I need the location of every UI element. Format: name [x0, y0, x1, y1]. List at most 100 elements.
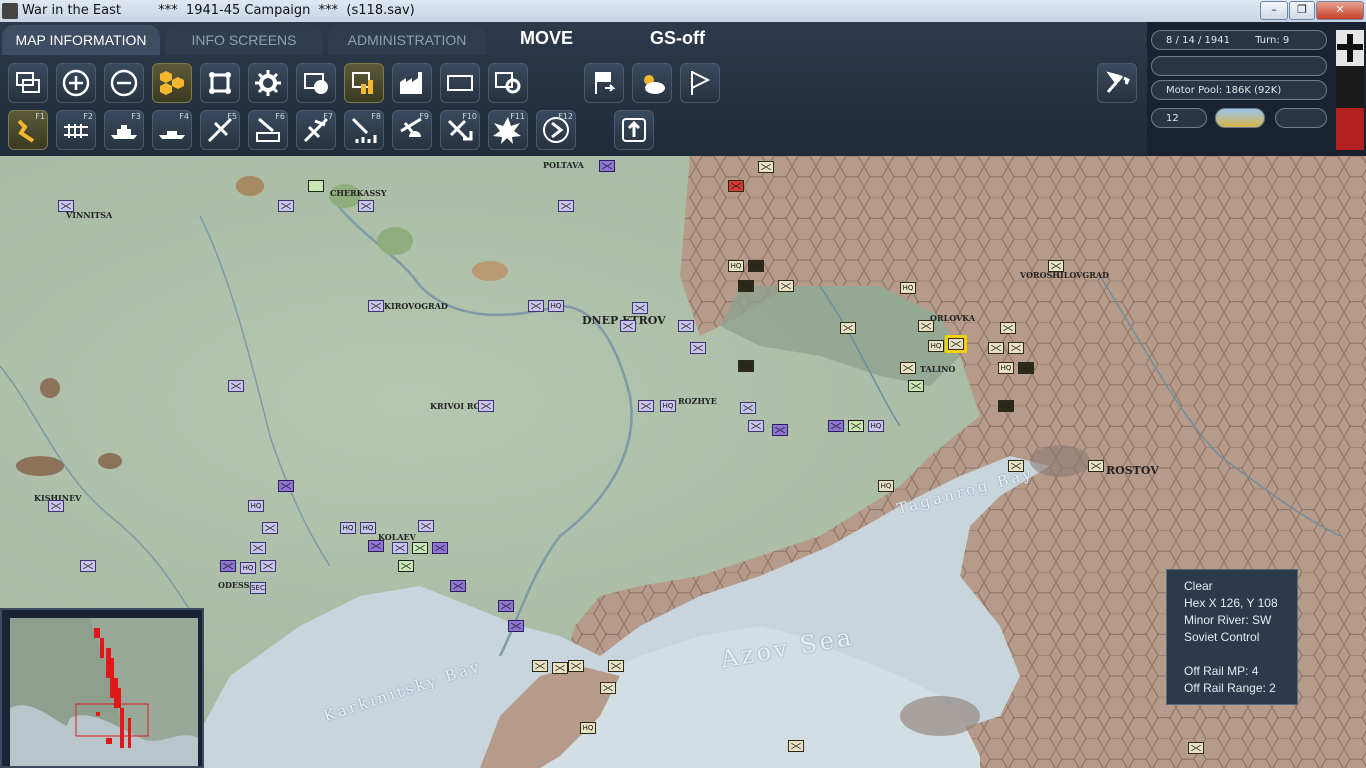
soviet-unit-counter[interactable] — [450, 580, 466, 592]
soviet-unit-counter[interactable] — [740, 402, 756, 414]
soviet-hq-counter[interactable]: SEC — [250, 582, 266, 594]
axis-hq-counter[interactable]: HQ — [728, 260, 744, 272]
soviet-hq-counter[interactable]: HQ — [340, 522, 356, 534]
gear-icon[interactable] — [248, 63, 288, 103]
airdrop-icon[interactable]: F9 — [392, 110, 432, 150]
rail-line-icon[interactable]: F2 — [56, 110, 96, 150]
soviet-unit-counter[interactable] — [262, 522, 278, 534]
axis-unit-counter[interactable] — [1008, 342, 1024, 354]
axis-unit-counter[interactable] — [788, 740, 804, 752]
empty-toggle[interactable] — [1275, 108, 1327, 128]
unit-frame-icon[interactable] — [200, 63, 240, 103]
strategic-map[interactable]: POLTAVA CHERKASSY VINNITSA KIROVOGRAD DN… — [0, 156, 1366, 768]
axis-unit-counter[interactable] — [900, 362, 916, 374]
axis-unit-counter[interactable] — [918, 320, 934, 332]
minimap[interactable] — [0, 608, 204, 768]
axis-hq-counter[interactable]: HQ — [928, 340, 944, 352]
axis-unit-counter[interactable] — [840, 322, 856, 334]
axis-unit-counter[interactable] — [738, 280, 754, 292]
soviet-unit-counter[interactable] — [620, 320, 636, 332]
soviet-unit-counter[interactable] — [358, 200, 374, 212]
move-button[interactable]: MOVE — [520, 28, 573, 49]
axis-unit-counter[interactable] — [748, 260, 764, 272]
axis-hq-counter[interactable]: HQ — [900, 282, 916, 294]
soviet-unit-counter[interactable] — [632, 302, 648, 314]
soviet-hq-counter[interactable]: HQ — [248, 500, 264, 512]
weather-icon[interactable] — [632, 63, 672, 103]
soviet-unit-counter[interactable] — [558, 200, 574, 212]
axis-unit-counter[interactable] — [738, 360, 754, 372]
airplane-icon[interactable]: F7 — [296, 110, 336, 150]
soviet-unit-counter[interactable] — [828, 420, 844, 432]
soviet-hq-counter[interactable]: HQ — [240, 562, 256, 574]
soviet-hq-counter[interactable]: HQ — [660, 400, 676, 412]
soviet-unit-counter[interactable] — [678, 320, 694, 332]
axis-unit-counter[interactable] — [728, 180, 744, 192]
maximize-button[interactable]: ❐ — [1289, 1, 1315, 20]
axis-unit-counter[interactable] — [1188, 742, 1204, 754]
soviet-unit-counter[interactable] — [599, 160, 615, 172]
explosion-icon[interactable]: F11 — [488, 110, 528, 150]
flag-export-icon[interactable] — [584, 63, 624, 103]
axis-unit-counter[interactable] — [532, 660, 548, 672]
soviet-unit-counter[interactable] — [748, 420, 764, 432]
tab-administration[interactable]: ADMINISTRATION — [328, 25, 486, 55]
axis-unit-counter[interactable] — [988, 342, 1004, 354]
selected-axis-unit[interactable] — [945, 335, 967, 353]
hex-overlay-icon[interactable] — [152, 63, 192, 103]
soviet-unit-counter[interactable] — [250, 542, 266, 554]
soviet-unit-counter[interactable] — [638, 400, 654, 412]
axis-unit-counter[interactable] — [1088, 460, 1104, 472]
weather-status-icon[interactable] — [1215, 108, 1265, 128]
soviet-unit-counter[interactable] — [80, 560, 96, 572]
soviet-unit-counter[interactable] — [368, 540, 384, 552]
soviet-unit-counter[interactable] — [220, 560, 236, 572]
axis-unit-counter[interactable] — [778, 280, 794, 292]
soviet-unit-counter[interactable] — [260, 560, 276, 572]
rail-move-icon[interactable]: F1 — [8, 110, 48, 150]
air-transfer-icon[interactable]: F10 — [440, 110, 480, 150]
target-frame-icon[interactable] — [488, 63, 528, 103]
tab-info-screens[interactable]: INFO SCREENS — [165, 25, 323, 55]
axe-icon[interactable] — [1097, 63, 1137, 103]
axis-unit-counter[interactable] — [552, 662, 568, 674]
soviet-hq-counter[interactable]: HQ — [868, 420, 884, 432]
end-turn-icon[interactable]: F12 — [536, 110, 576, 150]
minimize-button[interactable]: – — [1260, 1, 1288, 20]
axis-unit-counter[interactable] — [568, 660, 584, 672]
stack-icon[interactable] — [8, 63, 48, 103]
soviet-unit-counter[interactable] — [690, 342, 706, 354]
soviet-unit-counter[interactable] — [228, 380, 244, 392]
supply-chart-icon[interactable] — [344, 63, 384, 103]
close-button[interactable]: ✕ — [1316, 1, 1364, 20]
soviet-unit-counter[interactable] — [368, 300, 384, 312]
factory-icon[interactable] — [392, 63, 432, 103]
zoom-out-icon[interactable] — [104, 63, 144, 103]
soviet-unit-counter[interactable] — [278, 480, 294, 492]
soviet-unit-counter[interactable] — [498, 600, 514, 612]
unit-toggle-icon[interactable] — [296, 63, 336, 103]
soviet-unit-counter[interactable] — [278, 200, 294, 212]
axis-unit-counter[interactable] — [308, 180, 324, 192]
bombing-icon[interactable]: F8 — [344, 110, 384, 150]
soviet-unit-counter[interactable] — [772, 424, 788, 436]
soviet-unit-counter[interactable] — [58, 200, 74, 212]
gs-toggle-button[interactable]: GS-off — [650, 28, 705, 49]
axis-hq-counter[interactable]: HQ — [878, 480, 894, 492]
minimap-view[interactable] — [10, 618, 198, 766]
airfield-icon[interactable]: F6 — [248, 110, 288, 150]
axis-unit-counter[interactable] — [848, 420, 864, 432]
axis-unit-counter[interactable] — [1008, 460, 1024, 472]
naval-transport-icon[interactable]: F3 — [104, 110, 144, 150]
axis-hq-counter[interactable]: HQ — [580, 722, 596, 734]
axis-unit-counter[interactable] — [758, 161, 774, 173]
air-recon-icon[interactable]: F5 — [200, 110, 240, 150]
naval-icon[interactable]: F4 — [152, 110, 192, 150]
soviet-hq-counter[interactable]: HQ — [548, 300, 564, 312]
axis-unit-counter[interactable] — [998, 400, 1014, 412]
axis-hq-counter[interactable]: HQ — [998, 362, 1014, 374]
axis-unit-counter[interactable] — [608, 660, 624, 672]
soviet-unit-counter[interactable] — [508, 620, 524, 632]
upload-icon[interactable] — [614, 110, 654, 150]
axis-unit-counter[interactable] — [600, 682, 616, 694]
